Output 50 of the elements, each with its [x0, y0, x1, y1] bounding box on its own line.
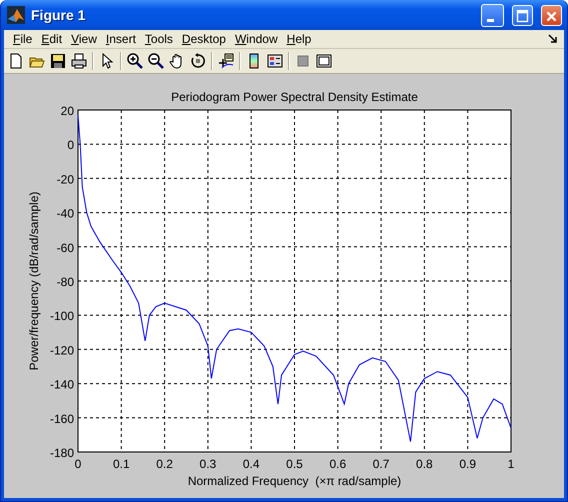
x-tick-label: 0 [74, 457, 82, 471]
y-tick-label: -80 [56, 275, 74, 289]
chart-title: Periodogram Power Spectral Density Estimate [171, 90, 418, 104]
x-tick-label: 0.6 [329, 457, 346, 471]
x-tick-label: 0.9 [459, 457, 476, 471]
menu-item[interactable]: Window [232, 32, 284, 46]
menu-item[interactable]: Help [284, 32, 318, 46]
peak-logo-icon [7, 6, 25, 24]
x-tick-label: 0.7 [372, 457, 390, 471]
x-tick-label: 0.1 [112, 457, 130, 471]
menu-item[interactable]: View [68, 32, 103, 46]
close-button[interactable] [541, 4, 562, 26]
save-icon[interactable] [50, 53, 66, 69]
dock-arrow-icon[interactable] [548, 34, 558, 44]
printer-icon[interactable] [71, 53, 87, 69]
minimize-icon [487, 18, 494, 22]
y-tick-label: 0 [67, 138, 74, 152]
window-title: Figure 1 [31, 7, 86, 23]
y-tick-label: -140 [50, 378, 74, 392]
x-tick-label: 1 [508, 457, 514, 471]
x-tick-label: 0.5 [286, 457, 303, 471]
y-tick-label: -40 [56, 206, 74, 221]
data-cursor-icon[interactable] [218, 53, 234, 69]
y-tick-label: -160 [50, 412, 74, 426]
menu-item[interactable]: File [10, 32, 38, 46]
zoom-out-icon[interactable] [148, 53, 164, 69]
y-tick-label: -100 [50, 309, 74, 324]
zoom-in-icon[interactable] [127, 53, 143, 69]
y-tick-label: -60 [56, 240, 74, 255]
rotate-icon[interactable] [190, 53, 206, 69]
window-icon[interactable] [316, 53, 332, 69]
y-tick-label: -120 [50, 343, 74, 358]
y-tick-label: -180 [50, 446, 74, 460]
y-axis-label: Power/frequency (dB/rad/sample) [27, 192, 41, 370]
new-file-icon[interactable] [8, 53, 24, 69]
y-tick-label: 20 [60, 104, 74, 118]
x-axis-label: Normalized Frequency (×π rad/sample) [188, 474, 402, 488]
x-tick-label: 0.4 [242, 457, 260, 471]
menu-item[interactable]: Desktop [178, 32, 232, 46]
square-icon[interactable] [295, 53, 311, 69]
menu-item[interactable]: Insert [102, 32, 142, 46]
x-tick-label: 0.2 [156, 457, 173, 471]
legend-icon[interactable] [267, 53, 283, 69]
x-tick-label: 0.3 [200, 457, 216, 471]
menu-item[interactable]: Edit [38, 32, 68, 46]
menu-item[interactable]: Tools [142, 32, 179, 46]
maximize-button[interactable] [512, 4, 533, 26]
y-tick-label: -20 [56, 172, 74, 186]
x-tick-label: 0.8 [416, 457, 433, 471]
minimize-button[interactable] [481, 4, 504, 26]
